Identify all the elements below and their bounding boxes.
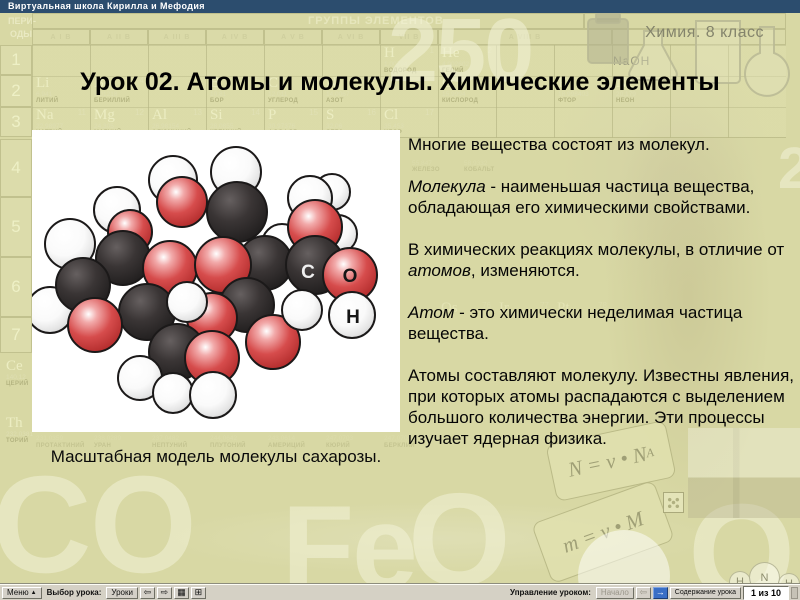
window-titlebar: Виртуальная школа Кирилла и Мефодия — [0, 0, 800, 13]
period-number-cell: 7 — [0, 317, 32, 353]
app-window: Виртуальная школа Кирилла и Мефодия ПЕРИ… — [0, 0, 800, 600]
lesson-text: Многие вещества состоят из молекул. Молек… — [408, 134, 800, 470]
page-counter: 1 из 10 — [743, 586, 789, 600]
arrow-left-icon: ⇦ — [144, 588, 152, 597]
menu-button[interactable]: Меню ▲ — [2, 587, 42, 599]
lesson-select-label: Выбор урока: — [44, 588, 105, 597]
group-header-cell: А IV В — [206, 29, 264, 45]
paragraph: В химических реакциях молекулы, в отличи… — [408, 239, 800, 281]
period-number-cell: 6 — [0, 257, 32, 317]
period-number-cell: 3 — [0, 107, 32, 137]
sucrose-molecule-image: C O H — [32, 130, 400, 432]
grid-view-button[interactable]: ▦ — [174, 587, 189, 599]
toolbar-right-group: Управление уроком: Начало ⇦ → Содержание… — [507, 586, 800, 600]
image-caption: Масштабная модель молекулы сахарозы. — [32, 447, 400, 467]
page-title: Урок 02. Атомы и молекулы. Химические эл… — [0, 68, 800, 97]
hydrogen-label: H — [346, 307, 360, 328]
lessons-button[interactable]: Уроки — [106, 587, 138, 599]
course-label: Химия. 8 класс — [645, 24, 764, 42]
toolbar-left-group: Меню ▲ Выбор урока: Уроки ⇦ ⇨ ▦ ⊞ — [0, 587, 206, 599]
grid-icon: ▦ — [177, 588, 186, 597]
group-header-cell: А VI В — [322, 29, 380, 45]
watermark-glyph: CO — [0, 463, 195, 587]
bottom-toolbar: Меню ▲ Выбор урока: Уроки ⇦ ⇨ ▦ ⊞ Управл… — [0, 584, 800, 600]
start-button[interactable]: Начало — [596, 587, 634, 599]
menu-up-arrow-icon: ▲ — [31, 590, 37, 596]
layout-view-button[interactable]: ⊞ — [191, 587, 206, 599]
period-number-cell: 5 — [0, 197, 32, 257]
lesson-contents-button[interactable]: Содержание урока — [670, 587, 741, 599]
group-header-cell: А I В — [32, 29, 90, 45]
periods-label-2: ОДЫ — [10, 29, 32, 39]
paragraph: Атом - это химически неделимая частица в… — [408, 302, 800, 344]
lesson-control-label: Управление уроком: — [507, 588, 594, 597]
watermark-glyph: O — [408, 481, 509, 600]
arrow-right-icon: → — [656, 588, 665, 597]
window-title: Виртуальная школа Кирилла и Мефодия — [8, 1, 205, 11]
layout-icon: ⊞ — [195, 588, 203, 597]
group-header-cell: А III В — [148, 29, 206, 45]
group-header-cell: А V В — [264, 29, 322, 45]
toolbar-endcap — [791, 587, 798, 599]
oxygen-label: O — [343, 266, 358, 287]
paragraph: Молекула - наименьшая частица вещества, … — [408, 176, 800, 218]
molecule-image-panel: C O H — [32, 130, 400, 432]
paragraph: Многие вещества состоят из молекул. — [408, 134, 800, 155]
prev-lesson-button[interactable]: ⇦ — [140, 587, 155, 599]
group-header-cell: А II В — [90, 29, 148, 45]
carbon-label: C — [301, 262, 315, 283]
step-back-button[interactable]: ⇦ — [636, 587, 651, 599]
next-lesson-button[interactable]: ⇨ — [157, 587, 172, 599]
arrow-left-icon: ⇦ — [640, 588, 648, 597]
paragraph: Атомы составляют молекулу. Известны явле… — [408, 365, 800, 449]
period-number-cell: 4 — [0, 139, 32, 197]
step-forward-button[interactable]: → — [653, 587, 668, 599]
ornament-stamp-icon — [663, 492, 684, 513]
arrow-right-icon: ⇨ — [161, 588, 169, 597]
